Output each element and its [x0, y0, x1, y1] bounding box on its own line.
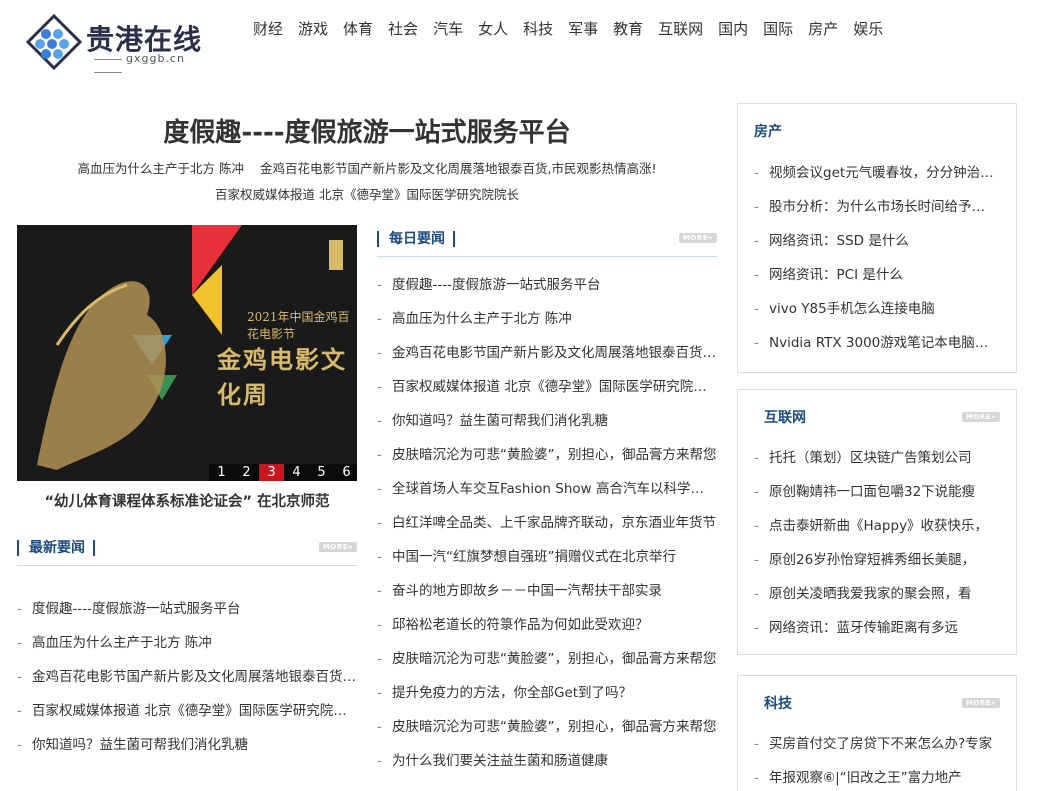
- slide-pager-number[interactable]: 3: [259, 464, 284, 481]
- list-item[interactable]: 皮肤暗沉沦为可悲“黄脸婆”，别担心，御品膏方来帮您: [377, 710, 717, 744]
- logo-domain: gxggb.cn: [90, 52, 214, 78]
- slide-caption[interactable]: “幼儿体育课程体系标准论证会” 在北京师范: [17, 490, 357, 511]
- slide-pager-number[interactable]: 6: [334, 464, 357, 481]
- tech-title[interactable]: 科技: [764, 693, 792, 713]
- list-item[interactable]: 白红洋啤全品类、上千家品牌齐联动，京东酒业年货节: [377, 506, 717, 540]
- headline-sub-links: 高血压为什么主产于北方 陈冲 金鸡百花电影节国产新片影及文化周展落地银泰百货,市…: [17, 156, 717, 208]
- list-item[interactable]: 度假趣----度假旅游一站式服务平台: [17, 592, 357, 626]
- latest-news-title: 最新要闻: [17, 540, 95, 556]
- list-item[interactable]: 度假趣----度假旅游一站式服务平台: [377, 268, 717, 302]
- list-item[interactable]: 全球首场人车交互Fashion Show 高合汽车以科学之名: [377, 472, 717, 506]
- internet-title[interactable]: 互联网: [764, 407, 806, 427]
- nav-link[interactable]: 社会: [388, 18, 418, 39]
- headline-title[interactable]: 度假趣----度假旅游一站式服务平台: [17, 112, 717, 149]
- slide-pager-number[interactable]: 4: [284, 464, 309, 481]
- more-button[interactable]: MORE»: [962, 698, 1000, 708]
- tech-box: 科技 MORE» 买房首付交了房贷下不来怎么办?专家年报观察⑥|“旧改之王”富力…: [737, 675, 1017, 791]
- list-item[interactable]: 原创26岁孙怡穿短裤秀细长美腿，: [754, 543, 998, 577]
- slide-pager: 123456: [209, 464, 357, 481]
- list-item[interactable]: 奋斗的地方即故乡－－中国一汽帮扶干部实录: [377, 574, 717, 608]
- list-item[interactable]: 高血压为什么主产于北方 陈冲: [377, 302, 717, 336]
- sub-link[interactable]: 百家权威媒体报道 北京《德孕堂》国际医学研究院院长: [215, 187, 519, 202]
- list-item[interactable]: 视频会议get元气暖春妆，分分钟治愈你: [754, 156, 998, 190]
- slide-pager-number[interactable]: 2: [234, 464, 259, 481]
- tech-list: 买房首付交了房贷下不来怎么办?专家年报观察⑥|“旧改之王”富力地产: [754, 727, 998, 791]
- list-item[interactable]: 你知道吗？益生菌可帮我们消化乳糖: [17, 728, 357, 762]
- house-list: 视频会议get元气暖春妆，分分钟治愈你股市分析：为什么市场长时间给予高估值网络资…: [754, 156, 998, 360]
- nav-link[interactable]: 女人: [478, 18, 508, 39]
- internet-box: 互联网 MORE» 托托（策划）区块链广告策划公司原创鞠婧祎一口面包嚼32下说能…: [737, 389, 1017, 655]
- site-logo[interactable]: 贵港在线 gxggb.cn: [24, 12, 214, 72]
- daily-news-list: 度假趣----度假旅游一站式服务平台高血压为什么主产于北方 陈冲金鸡百花电影节国…: [377, 268, 717, 778]
- nav-link[interactable]: 游戏: [298, 18, 328, 39]
- list-item[interactable]: 股市分析：为什么市场长时间给予高估值: [754, 190, 998, 224]
- more-button[interactable]: MORE»: [679, 233, 717, 243]
- nav-link[interactable]: 房产: [808, 18, 838, 39]
- list-item[interactable]: 皮肤暗沉沦为可悲“黄脸婆”，别担心，御品膏方来帮您: [377, 642, 717, 676]
- list-item[interactable]: 网络资讯：蓝牙传输距离有多远: [754, 611, 998, 645]
- headline: 度假趣----度假旅游一站式服务平台: [17, 112, 717, 149]
- house-title[interactable]: 房产: [754, 121, 782, 141]
- nav-link[interactable]: 军事: [568, 18, 598, 39]
- list-item[interactable]: 为什么我们要关注益生菌和肠道健康: [377, 744, 717, 778]
- list-item[interactable]: vivo Y85手机怎么连接电脑: [754, 292, 998, 326]
- image-slideshow[interactable]: 2021年中国金鸡百花电影节 金鸡电影文化周 123456: [17, 225, 357, 481]
- list-item[interactable]: 托托（策划）区块链广告策划公司: [754, 441, 998, 475]
- list-item[interactable]: 原创鞠婧祎一口面包嚼32下说能瘦: [754, 475, 998, 509]
- list-item[interactable]: 高血压为什么主产于北方 陈冲: [17, 626, 357, 660]
- internet-list: 托托（策划）区块链广告策划公司原创鞠婧祎一口面包嚼32下说能瘦点击泰妍新曲《Ha…: [754, 441, 998, 645]
- list-item[interactable]: 年报观察⑥|“旧改之王”富力地产: [754, 761, 998, 791]
- list-item[interactable]: 点击泰妍新曲《Happy》收获快乐，: [754, 509, 998, 543]
- list-item[interactable]: 你知道吗？益生菌可帮我们消化乳糖: [377, 404, 717, 438]
- house-box: 房产 视频会议get元气暖春妆，分分钟治愈你股市分析：为什么市场长时间给予高估值…: [737, 103, 1017, 373]
- list-item[interactable]: Nvidia RTX 3000游戏笔记本电脑GPU规格: [754, 326, 998, 360]
- latest-news-header: 最新要闻 MORE»: [17, 534, 357, 566]
- list-item[interactable]: 买房首付交了房贷下不来怎么办?专家: [754, 727, 998, 761]
- slide-pager-number[interactable]: 1: [209, 464, 234, 481]
- nav-link[interactable]: 国内: [718, 18, 748, 39]
- nav-link[interactable]: 娱乐: [853, 18, 883, 39]
- list-item[interactable]: 提升免疫力的方法，你全部Get到了吗？: [377, 676, 717, 710]
- list-item[interactable]: 百家权威媒体报道 北京《德孕堂》国际医学研究院院长: [377, 370, 717, 404]
- list-item[interactable]: 网络资讯：PCI 是什么: [754, 258, 998, 292]
- sub-link[interactable]: 高血压为什么主产于北方 陈冲: [78, 161, 244, 176]
- main-nav: 财经 游戏 体育 社会 汽车 女人 科技 军事 教育 互联网 国内 国际 房产 娱乐: [253, 18, 898, 39]
- slide-art-text: 金鸡电影文化周: [217, 345, 347, 409]
- list-item[interactable]: 中国一汽“红旗梦想自强班”捐赠仪式在北京举行: [377, 540, 717, 574]
- sub-link[interactable]: 金鸡百花电影节国产新片影及文化周展落地银泰百货,市民观影热情高涨!: [260, 161, 657, 176]
- nav-link[interactable]: 教育: [613, 18, 643, 39]
- list-item[interactable]: 原创关凌晒我爱我家的聚会照，看: [754, 577, 998, 611]
- nav-link[interactable]: 体育: [343, 18, 373, 39]
- list-item[interactable]: 网络资讯：SSD 是什么: [754, 224, 998, 258]
- list-item[interactable]: 皮肤暗沉沦为可悲“黄脸婆”，别担心，御品膏方来帮您: [377, 438, 717, 472]
- logo-hexagon-icon: [25, 14, 83, 71]
- more-button[interactable]: MORE»: [962, 412, 1000, 422]
- latest-news-list: 度假趣----度假旅游一站式服务平台高血压为什么主产于北方 陈冲金鸡百花电影节国…: [17, 592, 357, 762]
- nav-link[interactable]: 财经: [253, 18, 283, 39]
- nav-link[interactable]: 国际: [763, 18, 793, 39]
- nav-link[interactable]: 互联网: [658, 18, 703, 39]
- daily-news-title: 每日要闻: [377, 231, 455, 247]
- daily-news-header: 每日要闻 MORE»: [377, 225, 717, 257]
- nav-link[interactable]: 科技: [523, 18, 553, 39]
- list-item[interactable]: 百家权威媒体报道 北京《德孕堂》国际医学研究院院长: [17, 694, 357, 728]
- list-item[interactable]: 金鸡百花电影节国产新片影及文化周展落地银泰百货,市民观影热情高涨!: [17, 660, 357, 694]
- nav-link[interactable]: 汽车: [433, 18, 463, 39]
- slide-pager-number[interactable]: 5: [309, 464, 334, 481]
- list-item[interactable]: 邱裕松老道长的符箓作品为何如此受欢迎？: [377, 608, 717, 642]
- list-item[interactable]: 金鸡百花电影节国产新片影及文化周展落地银泰百货,市民观影热情高涨!: [377, 336, 717, 370]
- more-button[interactable]: MORE»: [319, 542, 357, 552]
- slide-banner-text: 2021年中国金鸡百花电影节: [247, 310, 350, 341]
